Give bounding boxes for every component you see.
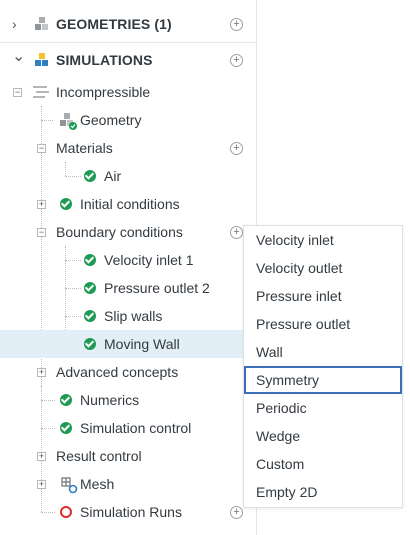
- boundary-conditions-label: Boundary conditions: [56, 224, 183, 240]
- chevron-right-icon[interactable]: ›: [12, 6, 17, 42]
- initial-conditions-label: Initial conditions: [80, 196, 180, 212]
- tree-item-numerics[interactable]: Numerics: [0, 386, 256, 414]
- incompressible-label: Incompressible: [56, 84, 151, 100]
- chevron-down-icon[interactable]: ⌄: [12, 42, 25, 78]
- expand-toggle[interactable]: +: [37, 480, 46, 489]
- tree-item-simulation-runs[interactable]: Simulation Runs +: [0, 498, 256, 526]
- collapse-toggle[interactable]: −: [37, 144, 46, 153]
- simulations-label: SIMULATIONS: [56, 52, 153, 68]
- simulations-cubes-icon: [34, 52, 50, 71]
- boundary-condition-menu: Velocity inlet Velocity outlet Pressure …: [243, 225, 403, 508]
- incompressible-lines-icon: [32, 85, 50, 102]
- simulation-runs-label: Simulation Runs: [80, 504, 182, 520]
- menu-item-symmetry[interactable]: Symmetry: [244, 366, 402, 394]
- check-circle-icon: [84, 170, 96, 182]
- tree-item-pressure-outlet[interactable]: Pressure outlet 2: [0, 274, 256, 302]
- collapse-toggle[interactable]: −: [37, 228, 46, 237]
- expand-toggle[interactable]: +: [37, 452, 46, 461]
- materials-label: Materials: [56, 140, 113, 156]
- check-circle-icon: [84, 254, 96, 266]
- menu-item-velocity-inlet[interactable]: Velocity inlet: [244, 226, 402, 254]
- add-simulation-run-button[interactable]: +: [230, 506, 243, 519]
- geometry-cubes-icon: [59, 112, 77, 133]
- geometries-section[interactable]: › GEOMETRIES (1) +: [0, 6, 256, 42]
- tree-item-advanced-concepts[interactable]: + Advanced concepts: [0, 358, 256, 386]
- menu-item-empty-2d[interactable]: Empty 2D: [244, 478, 402, 506]
- velocity-inlet-label: Velocity inlet 1: [104, 252, 194, 268]
- mesh-label: Mesh: [80, 476, 115, 492]
- air-label: Air: [104, 168, 122, 184]
- tree-item-boundary-conditions[interactable]: − Boundary conditions +: [0, 218, 256, 246]
- numerics-label: Numerics: [80, 392, 140, 408]
- geometry-cubes-icon: [34, 16, 50, 35]
- menu-item-custom[interactable]: Custom: [244, 450, 402, 478]
- tree-item-incompressible[interactable]: − Incompressible: [0, 78, 256, 106]
- check-circle-icon: [84, 282, 96, 294]
- mesh-icon: [59, 475, 79, 498]
- expand-toggle[interactable]: +: [37, 368, 46, 377]
- add-boundary-condition-button[interactable]: +: [230, 226, 243, 239]
- simulation-control-label: Simulation control: [80, 420, 192, 436]
- tree-item-simulation-control[interactable]: Simulation control: [0, 414, 256, 442]
- slip-walls-label: Slip walls: [104, 308, 163, 324]
- menu-item-pressure-outlet[interactable]: Pressure outlet: [244, 310, 402, 338]
- tree-item-result-control[interactable]: + Result control: [0, 442, 256, 470]
- menu-item-wall[interactable]: Wall: [244, 338, 402, 366]
- add-geometry-button[interactable]: +: [230, 18, 243, 31]
- check-circle-icon: [84, 310, 96, 322]
- check-circle-icon: [60, 394, 72, 406]
- geometry-label: Geometry: [80, 112, 142, 128]
- check-circle-icon: [60, 422, 72, 434]
- menu-item-wedge[interactable]: Wedge: [244, 422, 402, 450]
- result-control-label: Result control: [56, 448, 142, 464]
- simulations-section[interactable]: ⌄ SIMULATIONS +: [0, 42, 256, 78]
- error-ring-icon: [60, 506, 72, 518]
- tree-item-materials[interactable]: − Materials +: [0, 134, 256, 162]
- moving-wall-label: Moving Wall: [104, 336, 180, 352]
- menu-item-periodic[interactable]: Periodic: [244, 394, 402, 422]
- menu-item-pressure-inlet[interactable]: Pressure inlet: [244, 282, 402, 310]
- tree-item-velocity-inlet[interactable]: Velocity inlet 1: [0, 246, 256, 274]
- geometries-label: GEOMETRIES (1): [56, 16, 172, 32]
- tree-item-geometry[interactable]: Geometry: [0, 106, 256, 134]
- simulation-tree: › GEOMETRIES (1) + ⌄ SIMULATIONS + − Inc…: [0, 0, 257, 535]
- tree-item-slip-walls[interactable]: Slip walls: [0, 302, 256, 330]
- pressure-outlet-label: Pressure outlet 2: [104, 280, 210, 296]
- tree-item-initial-conditions[interactable]: + Initial conditions: [0, 190, 256, 218]
- tree-item-moving-wall[interactable]: Moving Wall: [0, 330, 256, 358]
- menu-item-velocity-outlet[interactable]: Velocity outlet: [244, 254, 402, 282]
- tree-item-mesh[interactable]: + Mesh: [0, 470, 256, 498]
- add-simulation-button[interactable]: +: [230, 54, 243, 67]
- check-circle-icon: [60, 198, 72, 210]
- tree-item-air[interactable]: Air: [0, 162, 256, 190]
- advanced-concepts-label: Advanced concepts: [56, 364, 179, 380]
- check-circle-icon: [84, 338, 96, 350]
- collapse-toggle[interactable]: −: [13, 88, 22, 97]
- add-material-button[interactable]: +: [230, 142, 243, 155]
- expand-toggle[interactable]: +: [37, 200, 46, 209]
